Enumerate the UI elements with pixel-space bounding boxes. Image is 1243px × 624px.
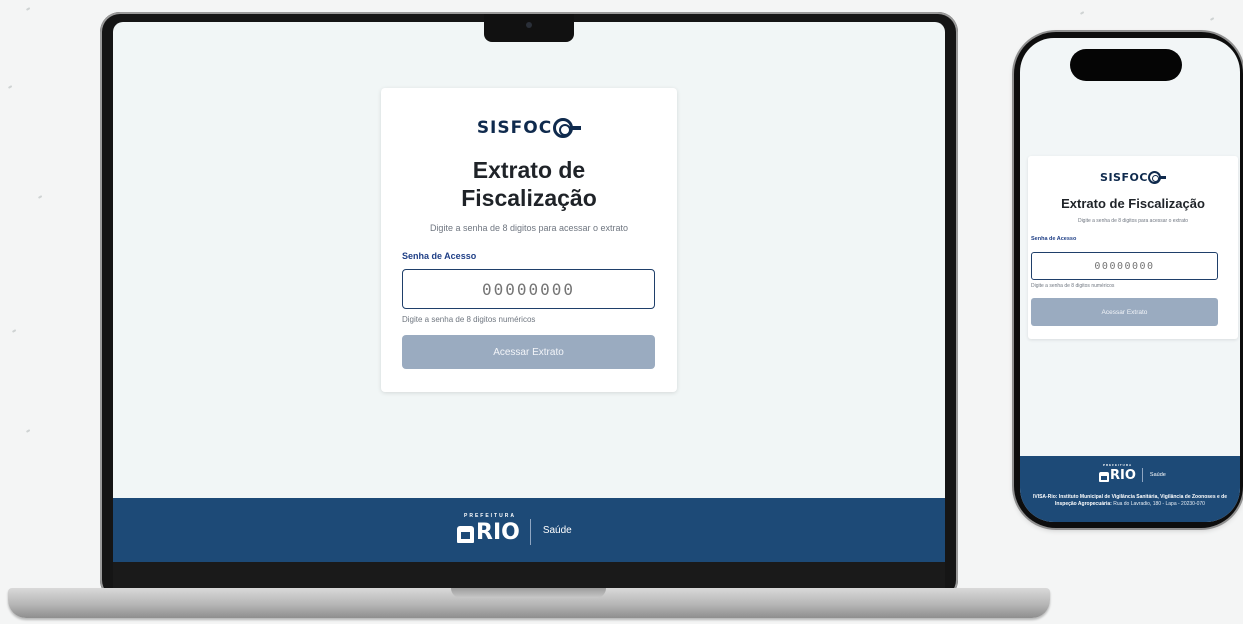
password-label: Senha de Acesso — [1031, 236, 1077, 242]
access-extract-button[interactable]: Acessar Extrato — [1031, 298, 1218, 326]
footer-address-street: Rua do Lavradio, 180 - Lapa - 20230-070 — [1113, 501, 1205, 507]
dynamic-island — [1070, 49, 1182, 81]
access-extract-button[interactable]: Acessar Extrato — [402, 335, 655, 369]
background-speck — [1209, 17, 1215, 21]
footer: PREFEITURA RIO Saúde IVISA-Rio: Institut… — [1020, 456, 1240, 522]
laptop-screen: SISFOC Extrato de Fiscalização Digite a … — [113, 22, 945, 562]
brand-divider — [1141, 468, 1143, 482]
camera-icon — [526, 22, 532, 28]
coat-of-arms-icon — [457, 526, 474, 543]
background-speck — [25, 7, 31, 11]
password-help-text: Digite a senha de 8 digitos numéricos — [402, 315, 536, 324]
target-icon — [553, 118, 574, 138]
title-line-1: Extrato de — [472, 157, 586, 183]
brand-rio-text: RIO — [1110, 468, 1136, 483]
sisfoc-logo: SISFOC — [381, 118, 677, 138]
password-label: Senha de Acesso — [402, 251, 477, 261]
prefeitura-rio-brand: PREFEITURA RIO Saúde — [457, 513, 572, 545]
brand-rio-text: RIO — [476, 520, 520, 545]
brand-saude-text: Saúde — [1149, 471, 1166, 478]
phone-screen: SISFOC Extrato de Fiscalização Digite a … — [1020, 38, 1240, 522]
page-subtitle: Digite a senha de 8 digitos para acessar… — [1077, 218, 1189, 224]
brand-divider — [529, 518, 531, 545]
sisfoc-logo: SISFOC — [1028, 171, 1238, 184]
page-title: Extrato de Fiscalização — [401, 156, 657, 212]
target-icon — [1147, 171, 1161, 184]
background-speck — [25, 429, 31, 433]
footer-address: IVISA-Rio: Instituto Municipal de Vigilâ… — [1030, 494, 1230, 508]
coat-of-arms-icon — [1099, 471, 1109, 482]
background-speck — [11, 329, 17, 333]
prefeitura-rio-brand: PREFEITURA RIO Saúde — [1099, 463, 1166, 483]
brand-prefeitura-text: PREFEITURA — [1103, 463, 1133, 467]
page-title: Extrato de Fiscalização — [1061, 196, 1205, 211]
password-input[interactable] — [402, 269, 655, 309]
login-card: SISFOC Extrato de Fiscalização Digite a … — [1028, 156, 1238, 339]
footer: PREFEITURA RIO Saúde — [113, 498, 945, 562]
laptop-notch — [484, 14, 574, 42]
background-speck — [1079, 11, 1085, 15]
login-card: SISFOC Extrato de Fiscalização Digite a … — [381, 88, 677, 392]
page-subtitle: Digite a senha de 8 digitos para acessar… — [429, 223, 629, 233]
logo-text: SISFOC — [1100, 171, 1148, 184]
background-speck — [7, 85, 13, 89]
password-input[interactable] — [1031, 252, 1218, 280]
background-speck — [37, 195, 43, 199]
laptop-opening-groove — [451, 588, 606, 598]
brand-prefeitura-text: PREFEITURA — [464, 513, 516, 519]
logo-text: SISFOC — [476, 118, 553, 138]
password-help-text: Digite a senha de 8 digitos numéricos — [1031, 283, 1115, 289]
brand-saude-text: Saúde — [542, 525, 572, 536]
title-line-2: Fiscalização — [461, 185, 597, 211]
